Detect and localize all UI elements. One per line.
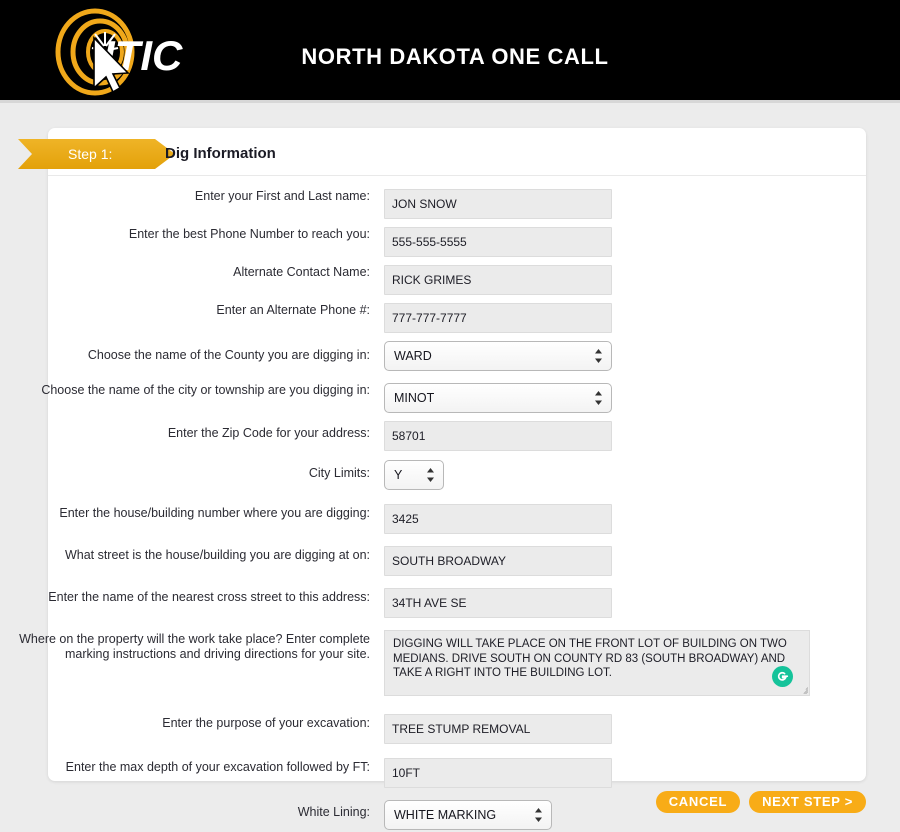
- house-number-input[interactable]: [384, 504, 612, 534]
- max-depth-input[interactable]: [384, 758, 612, 788]
- up-down-arrows-icon: [594, 390, 603, 406]
- field-label: Choose the name of the city or township …: [41, 383, 370, 397]
- field-control: [384, 265, 900, 295]
- street-input[interactable]: [384, 546, 612, 576]
- field-label: Enter the Zip Code for your address:: [167, 426, 370, 440]
- form-actions: CANCEL NEXT STEP >: [0, 791, 900, 813]
- field-control: [384, 303, 900, 333]
- county-select-value: WARD: [394, 349, 432, 363]
- city-limits-select-value: Y: [394, 468, 403, 482]
- card-header-divider: [48, 175, 866, 176]
- field-label: Where on the property will the work take…: [19, 632, 370, 661]
- grammarly-icon[interactable]: [772, 666, 793, 687]
- form-row: Enter the name of the nearest cross stre…: [0, 584, 900, 618]
- form-row: City Limits: Y: [0, 460, 900, 490]
- field-label: Enter the best Phone Number to reach you…: [128, 227, 370, 241]
- city-township-select-value: MINOT: [394, 391, 435, 405]
- form-row: What street is the house/building you ar…: [0, 542, 900, 576]
- field-label: Enter the name of the nearest cross stre…: [48, 590, 370, 604]
- zip-code-input[interactable]: [384, 421, 612, 451]
- form-row: Choose the name of the city or township …: [0, 376, 900, 413]
- up-down-arrows-icon: [426, 467, 435, 483]
- field-control: [384, 710, 900, 744]
- field-control: [384, 754, 900, 788]
- field-label: City Limits:: [308, 466, 370, 480]
- work-location-instructions-value: DIGGING WILL TAKE PLACE ON THE FRONT LOT…: [393, 638, 787, 679]
- field-control: [384, 584, 900, 618]
- county-select[interactable]: WARD: [384, 341, 612, 371]
- resize-handle-icon[interactable]: [798, 684, 808, 694]
- step-title: Dig Information: [165, 145, 276, 162]
- first-last-name-input[interactable]: [384, 189, 612, 219]
- field-label: Alternate Contact Name:: [233, 265, 370, 279]
- field-label: Choose the name of the County you are di…: [87, 348, 370, 362]
- field-control: Y: [384, 460, 900, 490]
- field-label: Enter your First and Last name:: [194, 189, 370, 203]
- form-row: Alternate Contact Name:: [0, 265, 900, 295]
- site-header: ITIC NORTH DAKOTA ONE CALL: [0, 0, 900, 103]
- cancel-button[interactable]: CANCEL: [655, 791, 741, 813]
- field-control: [384, 500, 900, 534]
- field-label: What street is the house/building you ar…: [64, 548, 370, 562]
- cross-street-input[interactable]: [384, 588, 612, 618]
- alternate-contact-name-input[interactable]: [384, 265, 612, 295]
- page-title: NORTH DAKOTA ONE CALL: [301, 44, 609, 69]
- form-row: Enter the purpose of your excavation:: [0, 710, 900, 744]
- field-label: Enter an Alternate Phone #:: [216, 303, 370, 317]
- form-row: Enter your First and Last name:: [0, 189, 900, 219]
- form-row: Enter an Alternate Phone #:: [0, 303, 900, 333]
- field-control: [384, 189, 900, 219]
- alternate-phone-input[interactable]: [384, 303, 612, 333]
- city-limits-select[interactable]: Y: [384, 460, 444, 490]
- form-row: Enter the best Phone Number to reach you…: [0, 227, 900, 257]
- up-down-arrows-icon: [594, 348, 603, 364]
- field-control: [384, 542, 900, 576]
- form-row: Where on the property will the work take…: [0, 630, 900, 696]
- field-control: DIGGING WILL TAKE PLACE ON THE FRONT LOT…: [384, 630, 900, 696]
- form-row: Choose the name of the County you are di…: [0, 341, 900, 371]
- field-label: Enter the purpose of your excavation:: [162, 716, 370, 730]
- form-row: Enter the house/building number where yo…: [0, 500, 900, 534]
- form-row: Enter the max depth of your excavation f…: [0, 754, 900, 788]
- page-body: Step 1: Dig Information Enter your First…: [0, 103, 900, 832]
- phone-number-input[interactable]: [384, 227, 612, 257]
- field-control: [384, 419, 900, 451]
- work-location-instructions-textarea[interactable]: DIGGING WILL TAKE PLACE ON THE FRONT LOT…: [384, 630, 810, 696]
- city-township-select[interactable]: MINOT: [384, 383, 612, 413]
- field-label: Enter the max depth of your excavation f…: [65, 760, 370, 774]
- field-control: WARD: [384, 341, 900, 371]
- excavation-purpose-input[interactable]: [384, 714, 612, 744]
- step-badge: Step 1:: [18, 139, 175, 169]
- dig-information-form: Enter your First and Last name: Enter th…: [0, 189, 900, 832]
- field-label: Enter the house/building number where yo…: [59, 506, 370, 520]
- field-control: [384, 227, 900, 257]
- field-control: MINOT: [384, 376, 900, 413]
- form-row: Enter the Zip Code for your address:: [0, 419, 900, 451]
- next-step-button[interactable]: NEXT STEP >: [749, 791, 866, 813]
